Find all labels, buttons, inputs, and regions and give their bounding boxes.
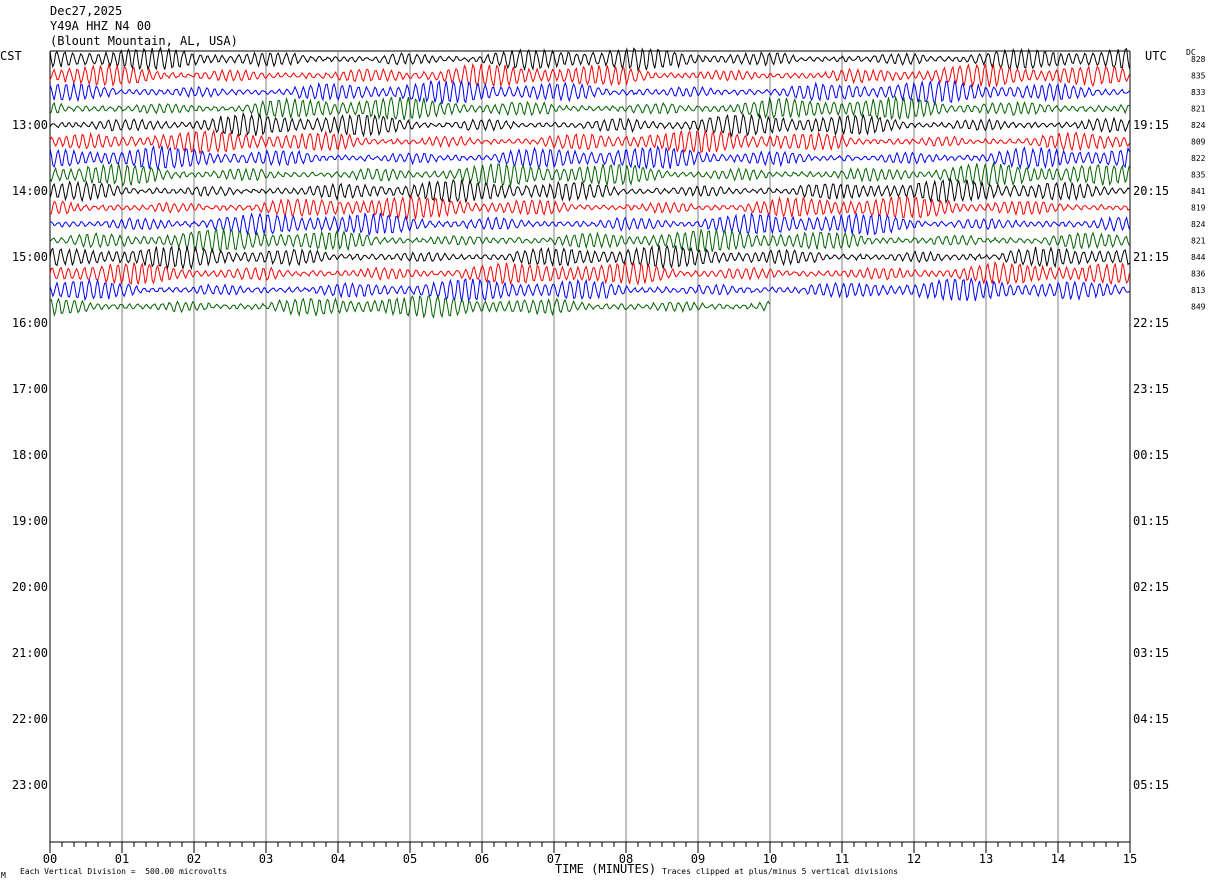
utc-hour-label: 21:15 — [1133, 250, 1169, 264]
utc-hour-label: 03:15 — [1133, 646, 1169, 660]
utc-hour-label: 05:15 — [1133, 778, 1169, 792]
seismic-trace — [49, 129, 1130, 155]
cst-hour-label: 15:00 — [12, 250, 48, 264]
utc-hour-label: 04:15 — [1133, 712, 1169, 726]
utc-hour-label: 22:15 — [1133, 316, 1169, 330]
utc-hour-label: 23:15 — [1133, 382, 1169, 396]
scale-note: Each Vertical Division = 500.00 microvol… — [20, 867, 228, 876]
x-tick-label: 05 — [403, 852, 417, 866]
minute-gridlines — [49, 50, 1131, 842]
seismic-trace — [49, 79, 1130, 106]
cst-hour-label: 20:00 — [12, 580, 48, 594]
header-date: Dec27,2025 — [50, 4, 123, 18]
cst-hour-label: 13:00 — [12, 118, 48, 132]
header-station: Y49A HHZ N4 00 — [50, 19, 152, 33]
dc-offset-value: 833 — [1191, 88, 1206, 97]
seismic-trace — [49, 211, 1130, 236]
utc-label: UTC — [1145, 49, 1167, 63]
cst-hour-label: 22:00 — [12, 712, 48, 726]
x-tick-label: 03 — [259, 852, 273, 866]
cst-hour-label: 16:00 — [12, 316, 48, 330]
hour-labels: 13:00 19:15 14:00 20:15 15:00 21:15 16:00 22:15… — [12, 118, 1169, 792]
x-tick-label: 13 — [979, 852, 993, 866]
dc-offset-value: 824 — [1191, 121, 1206, 130]
seismic-trace — [49, 260, 1130, 286]
dc-offset-value: 822 — [1191, 154, 1206, 163]
cst-hour-label: 18:00 — [12, 448, 48, 462]
x-tick-label: 12 — [907, 852, 921, 866]
cst-hour-label: 19:00 — [12, 514, 48, 528]
seismic-trace — [49, 228, 1130, 254]
dc-label: DC — [1186, 48, 1196, 57]
cst-hour-label: 21:00 — [12, 646, 48, 660]
seismic-trace — [49, 63, 1130, 89]
dc-offset-value: 824 — [1191, 220, 1206, 229]
clip-note: Traces clipped at plus/minus 5 vertical … — [662, 867, 899, 876]
x-tick-label: 15 — [1123, 852, 1137, 866]
dc-offset-value: 821 — [1191, 237, 1206, 246]
dc-offset-value: 813 — [1191, 286, 1206, 295]
dc-offset-value: 841 — [1191, 187, 1206, 196]
x-tick-label: 00 — [43, 852, 57, 866]
dc-offset-value: 835 — [1191, 72, 1206, 81]
seismic-trace — [49, 194, 1130, 220]
x-tick-label: 02 — [187, 852, 201, 866]
dc-offset-value: 835 — [1191, 171, 1206, 180]
seismic-trace — [49, 177, 1130, 205]
x-tick-label: 04 — [331, 852, 345, 866]
seismic-trace — [49, 95, 1130, 121]
dc-offset-labels: 8288358338218248098228358418198248218448… — [1191, 55, 1206, 312]
utc-hour-label: 19:15 — [1133, 118, 1169, 132]
header-location: (Blount Mountain, AL, USA) — [50, 34, 238, 48]
seismic-traces — [49, 46, 1130, 319]
x-tick-label: 09 — [691, 852, 705, 866]
x-tick-label: 11 — [835, 852, 849, 866]
dc-offset-value: 819 — [1191, 204, 1206, 213]
cst-hour-label: 23:00 — [12, 778, 48, 792]
seismic-trace — [49, 111, 1130, 138]
cst-hour-label: 14:00 — [12, 184, 48, 198]
cst-label: CST — [0, 49, 22, 63]
x-tick-label: 10 — [763, 852, 777, 866]
cst-hour-label: 17:00 — [12, 382, 48, 396]
seismic-trace — [49, 276, 1130, 303]
utc-hour-label: 00:15 — [1133, 448, 1169, 462]
x-tick-label: 06 — [475, 852, 489, 866]
utc-hour-label: 02:15 — [1133, 580, 1169, 594]
x-tick-label: 14 — [1051, 852, 1065, 866]
dc-offset-value: 844 — [1191, 253, 1206, 262]
utc-hour-label: 20:15 — [1133, 184, 1169, 198]
dc-offset-value: 849 — [1191, 303, 1206, 312]
x-axis-title: TIME (MINUTES) — [555, 862, 657, 876]
dc-offset-value: 809 — [1191, 138, 1206, 147]
seismic-trace — [49, 144, 1130, 170]
corner-mark: M — [1, 871, 6, 880]
utc-hour-label: 01:15 — [1133, 514, 1169, 528]
dc-offset-value: 836 — [1191, 270, 1206, 279]
helicorder-plot: 00 01 02 03 04 05 06 07 08 09 10 11 12 13 14 15 13:00 19… — [12, 46, 1206, 866]
dc-offset-value: 821 — [1191, 105, 1206, 114]
x-tick-label: 01 — [115, 852, 129, 866]
